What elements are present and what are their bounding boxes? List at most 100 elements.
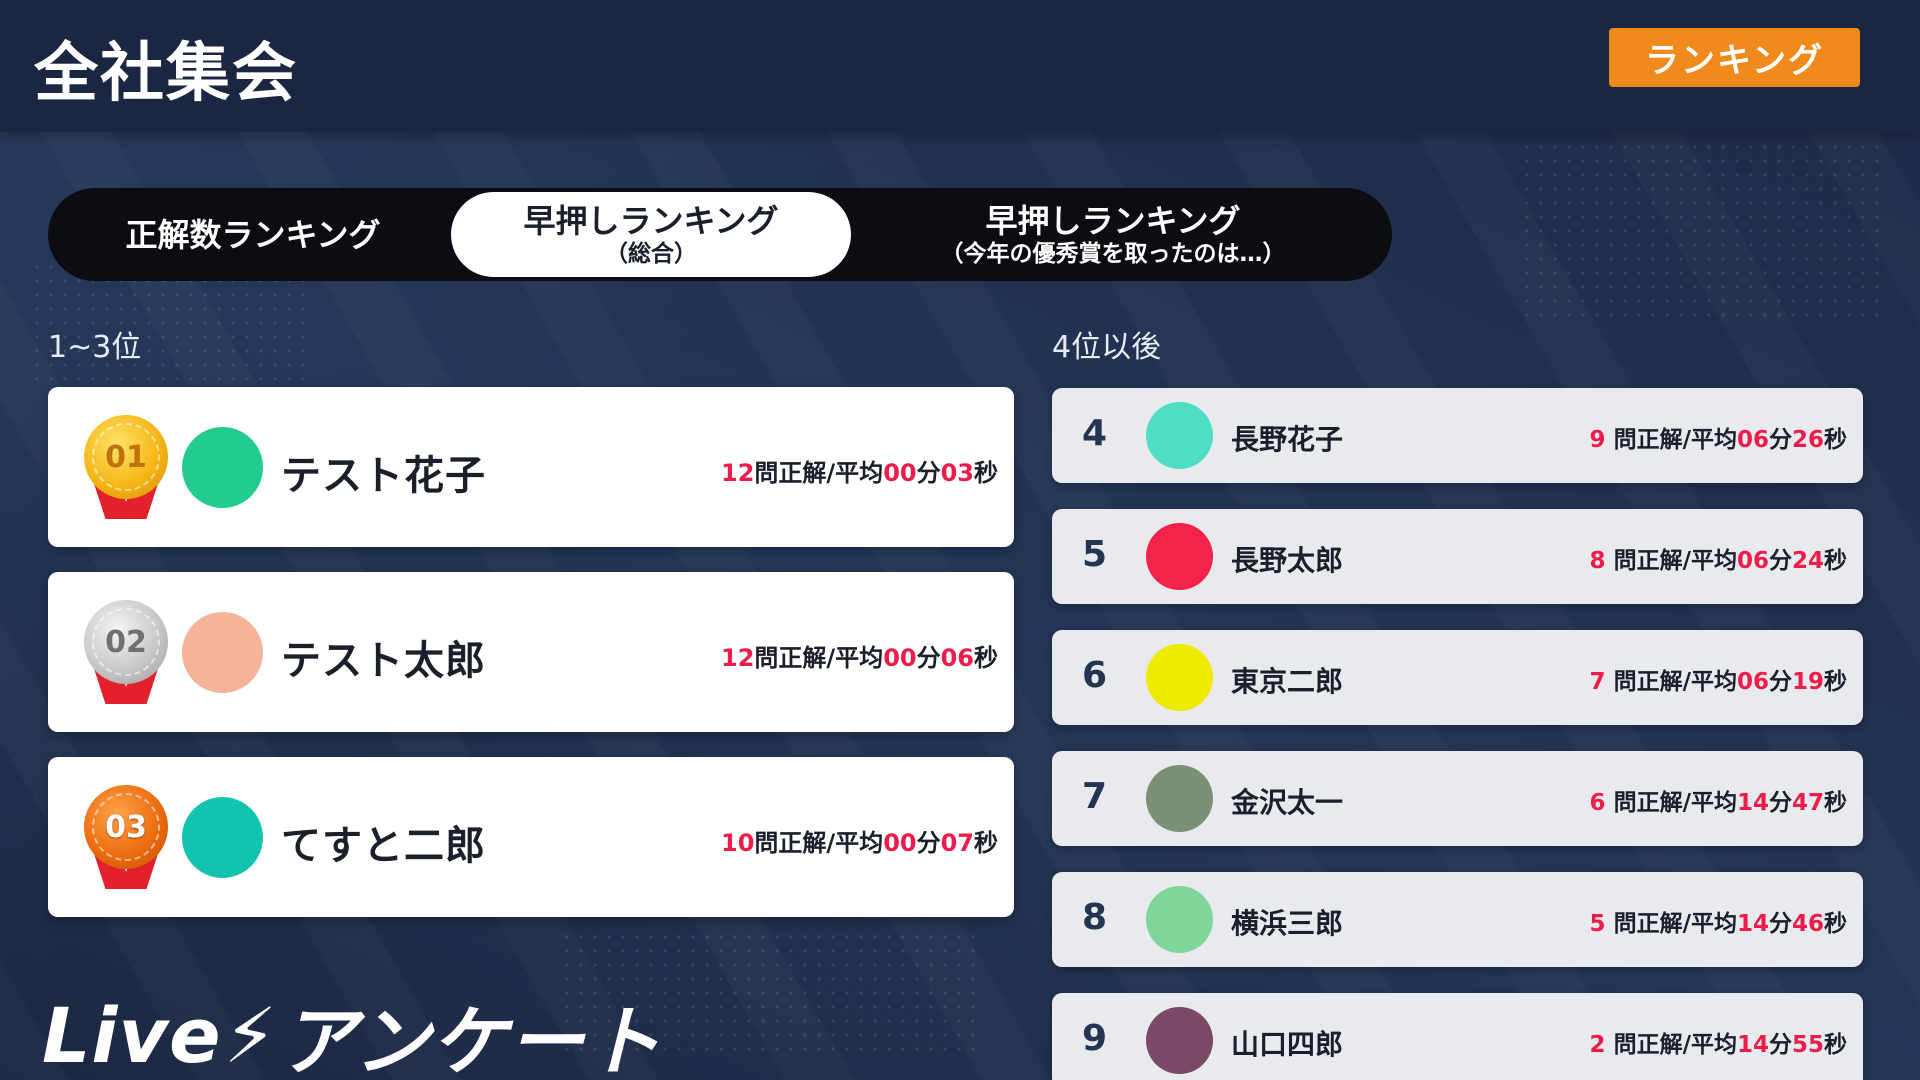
avg-seconds: 26 xyxy=(1791,427,1824,453)
logo-text-jp: アンケート xyxy=(279,997,662,1080)
avatar xyxy=(182,612,263,693)
top-rank-card: 02 テスト太郎 12問正解/平均00分06秒 xyxy=(48,572,1014,732)
avg-seconds: 03 xyxy=(940,459,974,487)
participant-name: テスト太郎 xyxy=(281,638,486,684)
participant-name: 長野花子 xyxy=(1231,423,1344,456)
participant-name: 山口四郎 xyxy=(1231,1028,1344,1061)
stat-label: 分 xyxy=(1768,790,1792,816)
section-label-rest: 4位以後 xyxy=(1052,330,1162,365)
stat-label: 分 xyxy=(1768,1032,1792,1058)
rank-row: 8 横浜三郎 5 問正解/平均14分46秒 xyxy=(1052,872,1863,967)
participant-stats: 6 問正解/平均14分47秒 xyxy=(1590,783,1847,817)
silver-medal-icon: 02 xyxy=(81,600,171,708)
correct-count: 6 xyxy=(1589,790,1606,816)
avg-seconds: 19 xyxy=(1791,669,1824,695)
stat-label: 分 xyxy=(1768,669,1792,695)
avatar xyxy=(182,797,263,878)
avg-minutes: 14 xyxy=(1736,911,1769,937)
avg-minutes: 00 xyxy=(883,459,917,487)
tab-correct-count-ranking[interactable]: 正解数ランキング xyxy=(68,192,438,277)
participant-stats: 12問正解/平均00分03秒 xyxy=(721,453,998,488)
stat-label: 分 xyxy=(1768,427,1792,453)
live-questionnaire-logo: Live ⚡ アンケート xyxy=(42,980,662,1080)
correct-count: 5 xyxy=(1589,911,1606,937)
rank-row: 7 金沢太一 6 問正解/平均14分47秒 xyxy=(1052,751,1863,846)
rank-row: 6 東京二郎 7 問正解/平均06分19秒 xyxy=(1052,630,1863,725)
stat-label: 秒 xyxy=(1824,427,1847,453)
correct-count: 7 xyxy=(1589,669,1606,695)
lightning-icon: ⚡ xyxy=(223,990,278,1080)
stat-label: 問正解/平均 xyxy=(1613,790,1737,816)
top-rank-card: 03 てすと二郎 10問正解/平均00分07秒 xyxy=(48,757,1014,917)
participant-name: 長野太郎 xyxy=(1231,544,1344,577)
gold-medal-icon: 01 xyxy=(81,415,171,523)
stat-label: 秒 xyxy=(974,644,998,672)
participant-stats: 9 問正解/平均06分26秒 xyxy=(1590,420,1847,454)
participant-name: 横浜三郎 xyxy=(1231,907,1344,940)
correct-count: 12 xyxy=(721,459,755,487)
stat-label: 分 xyxy=(916,459,941,487)
avg-seconds: 46 xyxy=(1791,911,1824,937)
avatar xyxy=(1146,644,1213,711)
stat-label: 分 xyxy=(916,644,941,672)
stat-label: 分 xyxy=(916,829,941,857)
avg-seconds: 55 xyxy=(1791,1032,1824,1058)
avatar xyxy=(1146,523,1213,590)
rank-number: 8 xyxy=(1082,897,1108,938)
tab-label: 早押しランキング xyxy=(523,201,779,240)
participant-name: 金沢太一 xyxy=(1231,786,1344,819)
tab-label: 早押しランキング xyxy=(985,201,1241,240)
participant-stats: 7 問正解/平均06分19秒 xyxy=(1590,662,1847,696)
participant-stats: 8 問正解/平均06分24秒 xyxy=(1590,541,1847,575)
ranking-tabs: 正解数ランキング 早押しランキング （総合） 早押しランキング （今年の優秀賞を… xyxy=(48,188,1392,281)
tab-sublabel: （総合） xyxy=(605,240,697,267)
stat-label: 秒 xyxy=(1824,548,1847,574)
tab-speed-ranking-overall[interactable]: 早押しランキング （総合） xyxy=(451,192,851,277)
avg-minutes: 06 xyxy=(1736,427,1769,453)
participant-stats: 2 問正解/平均14分55秒 xyxy=(1590,1025,1847,1059)
tab-label: 正解数ランキング xyxy=(125,215,381,254)
rank-number: 5 xyxy=(1082,534,1108,575)
participant-name: 東京二郎 xyxy=(1231,665,1344,698)
avg-seconds: 07 xyxy=(940,829,974,857)
tab-sublabel: （今年の優秀賞を取ったのは…） xyxy=(940,240,1286,267)
rank-number: 7 xyxy=(1082,776,1108,817)
avatar xyxy=(182,427,263,508)
rank-row: 5 長野太郎 8 問正解/平均06分24秒 xyxy=(1052,509,1863,604)
avatar xyxy=(1146,886,1213,953)
avg-minutes: 00 xyxy=(883,644,917,672)
rank-number: 9 xyxy=(1082,1018,1108,1059)
avg-seconds: 06 xyxy=(940,644,974,672)
avatar xyxy=(1146,402,1213,469)
avg-minutes: 14 xyxy=(1736,790,1769,816)
stat-label: 秒 xyxy=(974,829,998,857)
avg-minutes: 06 xyxy=(1736,669,1769,695)
top-rank-card: 01 テスト花子 12問正解/平均00分03秒 xyxy=(48,387,1014,547)
participant-name: てすと二郎 xyxy=(281,823,486,869)
rank-number: 6 xyxy=(1082,655,1108,696)
logo-text-live: Live xyxy=(42,990,222,1080)
stat-label: 問正解/平均 xyxy=(1613,1032,1737,1058)
header-bar: 全社集会 ランキング xyxy=(0,0,1920,132)
stat-label: 問正解/平均 xyxy=(1613,548,1737,574)
tab-speed-ranking-award[interactable]: 早押しランキング （今年の優秀賞を取ったのは…） xyxy=(888,192,1338,277)
avg-minutes: 06 xyxy=(1736,548,1769,574)
stat-label: 秒 xyxy=(1824,1032,1847,1058)
stat-label: 分 xyxy=(1768,548,1792,574)
avg-seconds: 47 xyxy=(1791,790,1824,816)
page-title: 全社集会 xyxy=(34,37,298,111)
participant-stats: 12問正解/平均00分06秒 xyxy=(721,638,998,673)
stat-label: 秒 xyxy=(1824,790,1847,816)
stat-label: 問正解/平均 xyxy=(754,829,884,857)
stat-label: 問正解/平均 xyxy=(1613,911,1737,937)
stat-label: 秒 xyxy=(974,459,998,487)
stat-label: 問正解/平均 xyxy=(754,644,884,672)
correct-count: 2 xyxy=(1589,1032,1606,1058)
avg-seconds: 24 xyxy=(1791,548,1824,574)
stat-label: 秒 xyxy=(1824,911,1847,937)
avg-minutes: 00 xyxy=(883,829,917,857)
avg-minutes: 14 xyxy=(1736,1032,1769,1058)
ranking-button[interactable]: ランキング xyxy=(1609,28,1860,87)
correct-count: 12 xyxy=(721,644,755,672)
bronze-medal-icon: 03 xyxy=(81,785,171,893)
